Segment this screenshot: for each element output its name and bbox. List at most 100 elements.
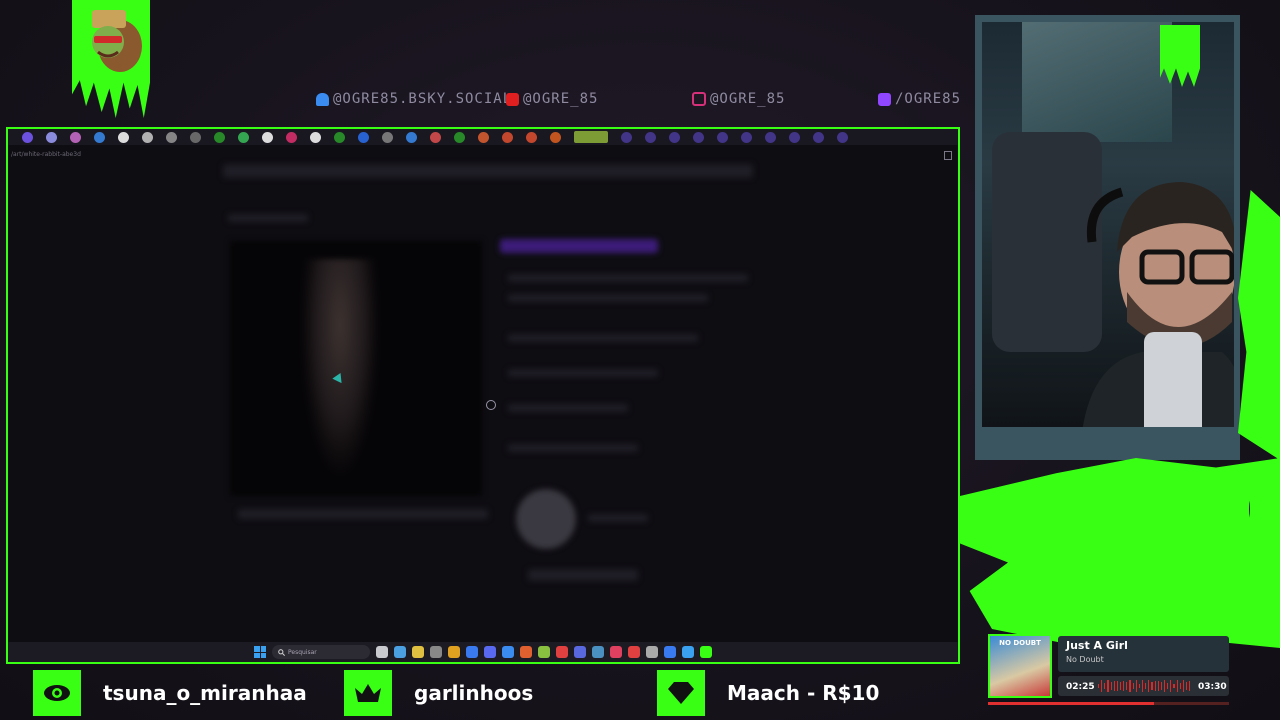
duration-time: 03:30 bbox=[1198, 682, 1227, 692]
taskbar-app-icon[interactable] bbox=[628, 646, 640, 658]
browser-tab-icon[interactable] bbox=[214, 131, 225, 143]
ogre-mascot-logo bbox=[92, 10, 142, 72]
social-youtube: @OGRE_85 bbox=[506, 90, 598, 108]
browser-tab-icon[interactable] bbox=[310, 131, 321, 143]
alert-viewer: tsuna_o_miranhaa bbox=[33, 670, 307, 716]
bluesky-icon bbox=[316, 92, 329, 106]
social-bluesky: @OGRE85.BSKY.SOCIAL bbox=[316, 90, 512, 108]
browser-tab-icon[interactable] bbox=[430, 131, 441, 143]
browser-tab-icon[interactable] bbox=[286, 131, 297, 143]
waveform-bar bbox=[1167, 682, 1169, 690]
waveform-bar bbox=[1126, 682, 1128, 690]
taskbar-app-icon[interactable] bbox=[466, 646, 478, 658]
browser-tab-icon[interactable] bbox=[693, 131, 704, 143]
browser-tab-icon[interactable] bbox=[334, 131, 345, 143]
song-title: Just A Girl bbox=[1066, 639, 1128, 652]
taskbar-app-icon[interactable] bbox=[394, 646, 406, 658]
waveform-bar bbox=[1170, 680, 1172, 692]
artwork-figure bbox=[300, 259, 380, 479]
taskbar-app-icon[interactable] bbox=[376, 646, 388, 658]
browser-tab-icon[interactable] bbox=[46, 131, 57, 143]
waveform-bar bbox=[1185, 682, 1188, 690]
waveform-bar bbox=[1113, 680, 1115, 692]
browser-tab-icon[interactable] bbox=[406, 131, 417, 143]
waveform-bar bbox=[1123, 680, 1125, 692]
taskbar-app-icon[interactable] bbox=[448, 646, 460, 658]
browser-tab-icon[interactable] bbox=[190, 131, 201, 143]
microphone bbox=[1144, 332, 1202, 427]
artwork-title-bar bbox=[500, 239, 658, 253]
taskbar-app-icon[interactable] bbox=[682, 646, 694, 658]
browser-tab-icon[interactable] bbox=[502, 131, 513, 143]
waveform-bar bbox=[1148, 680, 1150, 692]
taskbar-search[interactable]: Pesquisar bbox=[272, 645, 370, 659]
windows-start-icon[interactable] bbox=[254, 646, 266, 658]
taskbar-app-icon[interactable] bbox=[538, 646, 550, 658]
browser-tab-icon[interactable] bbox=[717, 131, 728, 143]
browser-tab-icon[interactable] bbox=[645, 131, 656, 143]
browser-tab-icon[interactable] bbox=[526, 131, 537, 143]
browser-tab-icon[interactable] bbox=[789, 131, 800, 143]
youtube-icon bbox=[506, 92, 519, 106]
waveform-bar bbox=[1119, 681, 1122, 691]
waveform-bar bbox=[1173, 683, 1175, 689]
browser-tab-icon[interactable] bbox=[765, 131, 776, 143]
browser-tab-icon[interactable] bbox=[262, 131, 273, 143]
taskbar-app-icon[interactable] bbox=[664, 646, 676, 658]
instagram-icon bbox=[692, 92, 706, 106]
taskbar-app-icon[interactable] bbox=[574, 646, 586, 658]
waveform-bar bbox=[1110, 682, 1112, 690]
taskbar-app-icon[interactable] bbox=[502, 646, 514, 658]
browser-tab-icon[interactable] bbox=[837, 131, 848, 143]
taskbar-app-icon[interactable] bbox=[556, 646, 568, 658]
taskbar-app-icon[interactable] bbox=[700, 646, 712, 658]
waveform-bar bbox=[1098, 684, 1100, 688]
webcam-feed bbox=[982, 22, 1234, 427]
browser-tab-icon[interactable] bbox=[454, 131, 465, 143]
browser-tab-icon[interactable] bbox=[94, 131, 105, 143]
now-playing-widget: NO DOUBT Just A Girl No Doubt 02:25 03:3… bbox=[988, 634, 1229, 705]
browser-tab-icon[interactable] bbox=[70, 131, 81, 143]
browser-tab-icon[interactable] bbox=[118, 131, 129, 143]
subscriber-name: garlinhoos bbox=[414, 681, 534, 705]
waveform-bar bbox=[1160, 681, 1162, 691]
avatar-blur bbox=[516, 489, 576, 549]
waveform-bar bbox=[1107, 680, 1109, 692]
taskbar-app-icon[interactable] bbox=[520, 646, 532, 658]
browser-tab-icon[interactable] bbox=[741, 131, 752, 143]
waveform-bar bbox=[1154, 681, 1156, 691]
waveform-bar bbox=[1141, 680, 1144, 692]
browser-tab-icon[interactable] bbox=[358, 131, 369, 143]
browser-tab-icon[interactable] bbox=[550, 131, 561, 143]
taskbar-app-icon[interactable] bbox=[592, 646, 604, 658]
taskbar-app-icon[interactable] bbox=[610, 646, 622, 658]
album-art: NO DOUBT bbox=[988, 634, 1052, 698]
browser-tab-icon[interactable] bbox=[478, 131, 489, 143]
browser-tab-icon[interactable] bbox=[813, 131, 824, 143]
waveform-bar bbox=[1179, 683, 1181, 689]
browser-tab-icon[interactable] bbox=[669, 131, 680, 143]
waveform bbox=[1098, 680, 1191, 692]
blurred-webpage bbox=[8, 159, 958, 639]
browser-tab-icon[interactable] bbox=[382, 131, 393, 143]
browser-tab-icon[interactable] bbox=[238, 131, 249, 143]
browser-tab-icon[interactable] bbox=[621, 131, 632, 143]
browser-tab-icon[interactable] bbox=[142, 131, 153, 143]
waveform-bar bbox=[1138, 683, 1140, 689]
gear-icon bbox=[486, 400, 496, 410]
waveform-bar bbox=[1145, 682, 1147, 690]
browser-tab-icon[interactable] bbox=[22, 131, 33, 143]
browser-tab-active[interactable] bbox=[574, 131, 608, 143]
song-progress-bar bbox=[988, 702, 1229, 705]
diamond-icon bbox=[657, 670, 705, 716]
browser-tab-icon[interactable] bbox=[166, 131, 177, 143]
taskbar-app-icon[interactable] bbox=[412, 646, 424, 658]
twitch-icon bbox=[878, 92, 891, 106]
taskbar-app-icon[interactable] bbox=[430, 646, 442, 658]
elapsed-time: 02:25 bbox=[1066, 682, 1095, 692]
taskbar-app-icon[interactable] bbox=[484, 646, 496, 658]
waveform-bar bbox=[1176, 680, 1178, 692]
waveform-bar bbox=[1135, 680, 1137, 692]
taskbar-app-icon[interactable] bbox=[646, 646, 658, 658]
waveform-bar bbox=[1101, 680, 1103, 692]
